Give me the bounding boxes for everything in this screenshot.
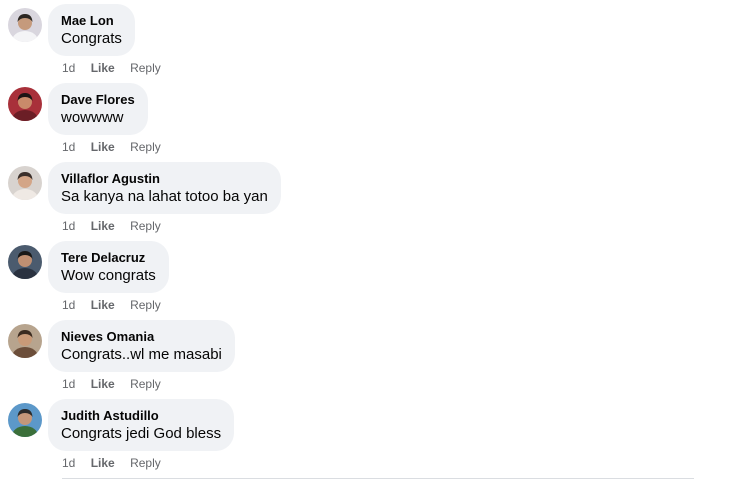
comment-author[interactable]: Dave Flores bbox=[61, 91, 135, 108]
like-button[interactable]: Like bbox=[91, 456, 115, 470]
comment-timestamp[interactable]: 1d bbox=[62, 61, 75, 75]
profile-photo-icon bbox=[8, 87, 42, 121]
comment-text: Sa kanya na lahat totoo ba yan bbox=[61, 188, 268, 205]
reply-button[interactable]: Reply bbox=[130, 377, 161, 391]
avatar[interactable] bbox=[8, 403, 42, 437]
reply-button[interactable]: Reply bbox=[130, 456, 161, 470]
reply-button[interactable]: Reply bbox=[130, 61, 161, 75]
comment-text: Congrats bbox=[61, 30, 122, 47]
comment-timestamp[interactable]: 1d bbox=[62, 377, 75, 391]
reply-button[interactable]: Reply bbox=[130, 219, 161, 233]
comment-author[interactable]: Villaflor Agustin bbox=[61, 170, 268, 187]
comment-bubble: Tere Delacruz Wow congrats bbox=[48, 241, 169, 293]
comment: Nieves Omania Congrats..wl me masabi 1d … bbox=[6, 320, 706, 392]
comment-bubble: Dave Flores wowwww bbox=[48, 83, 148, 135]
like-button[interactable]: Like bbox=[91, 61, 115, 75]
comment-author[interactable]: Tere Delacruz bbox=[61, 249, 156, 266]
reply-button[interactable]: Reply bbox=[130, 298, 161, 312]
divider bbox=[62, 478, 694, 479]
comment-timestamp[interactable]: 1d bbox=[62, 219, 75, 233]
comment-bubble: Villaflor Agustin Sa kanya na lahat toto… bbox=[48, 162, 281, 214]
profile-photo-icon bbox=[8, 245, 42, 279]
comment-timestamp[interactable]: 1d bbox=[62, 140, 75, 154]
comment-author[interactable]: Judith Astudillo bbox=[61, 407, 221, 424]
avatar[interactable] bbox=[8, 8, 42, 42]
comment-actions: 1d Like Reply bbox=[62, 140, 173, 154]
comment-text: Wow congrats bbox=[61, 267, 156, 284]
comment-text: Congrats jedi God bless bbox=[61, 425, 222, 442]
comment-actions: 1d Like Reply bbox=[62, 377, 173, 391]
comment-text: wowwww bbox=[61, 109, 124, 126]
comment: Mae Lon Congrats 1d Like Reply bbox=[6, 4, 706, 76]
avatar[interactable] bbox=[8, 166, 42, 200]
avatar[interactable] bbox=[8, 324, 42, 358]
profile-photo-icon bbox=[8, 403, 42, 437]
profile-photo-icon bbox=[8, 324, 42, 358]
comment-bubble: Judith Astudillo Congrats jedi God bless bbox=[48, 399, 235, 451]
comment-actions: 1d Like Reply bbox=[62, 456, 173, 470]
comment-bubble: Nieves Omania Congrats..wl me masabi bbox=[48, 320, 235, 372]
reply-button[interactable]: Reply bbox=[130, 140, 161, 154]
like-button[interactable]: Like bbox=[91, 140, 115, 154]
like-button[interactable]: Like bbox=[91, 219, 115, 233]
profile-photo-icon bbox=[8, 8, 42, 42]
comment: Villaflor Agustin Sa kanya na lahat toto… bbox=[6, 162, 706, 234]
comment: Judith Astudillo Congrats jedi God bless… bbox=[6, 399, 706, 471]
comment-actions: 1d Like Reply bbox=[62, 298, 173, 312]
profile-photo-icon bbox=[8, 166, 42, 200]
avatar[interactable] bbox=[8, 87, 42, 121]
comment-timestamp[interactable]: 1d bbox=[62, 298, 75, 312]
comment-text: Congrats..wl me masabi bbox=[61, 346, 222, 363]
like-button[interactable]: Like bbox=[91, 298, 115, 312]
avatar[interactable] bbox=[8, 245, 42, 279]
comment-actions: 1d Like Reply bbox=[62, 61, 173, 75]
comment-author[interactable]: Mae Lon bbox=[61, 12, 122, 29]
comment: Tere Delacruz Wow congrats 1d Like Reply bbox=[6, 241, 706, 313]
comment-author[interactable]: Nieves Omania bbox=[61, 328, 222, 345]
like-button[interactable]: Like bbox=[91, 377, 115, 391]
comment-actions: 1d Like Reply bbox=[62, 219, 173, 233]
comment-timestamp[interactable]: 1d bbox=[62, 456, 75, 470]
comment: Dave Flores wowwww 1d Like Reply bbox=[6, 83, 706, 155]
comment-bubble: Mae Lon Congrats bbox=[48, 4, 135, 56]
